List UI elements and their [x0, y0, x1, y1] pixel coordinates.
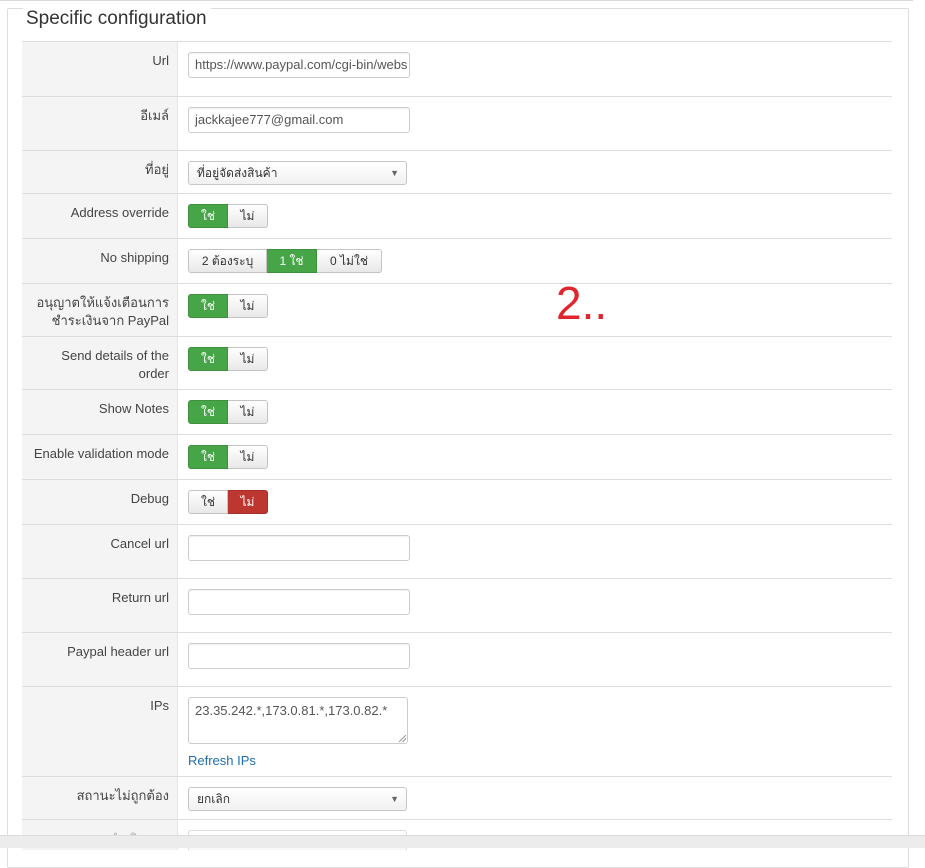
address-override-toggle: ใช่ ไม่: [188, 204, 268, 228]
horizontal-scrollbar[interactable]: [0, 835, 925, 848]
address-override-no-button[interactable]: ไม่: [228, 204, 268, 228]
fieldset-legend: Specific configuration: [23, 8, 211, 30]
address-override-yes-button[interactable]: ใช่: [188, 204, 228, 228]
ips-label: IPs: [150, 698, 169, 713]
address-select[interactable]: ที่อยู่จัดส่งสินค้า ▼: [188, 161, 407, 185]
cancel-url-input[interactable]: [188, 535, 410, 561]
show-notes-yes-button[interactable]: ใช่: [188, 400, 228, 424]
show-notes-label: Show Notes: [98, 401, 169, 416]
debug-yes-button[interactable]: ใช่: [188, 490, 228, 514]
validation-mode-label: Enable validation mode: [33, 446, 169, 461]
no-shipping-option-2-button[interactable]: 2 ต้องระบุ: [188, 249, 267, 273]
validation-mode-yes-button[interactable]: ใช่: [188, 445, 228, 469]
config-form: Url https://www.paypal.com/cgi-bin/webs …: [22, 41, 892, 850]
url-input[interactable]: https://www.paypal.com/cgi-bin/webs: [188, 52, 410, 78]
row-debug: Debug ใช่ ไม่: [22, 479, 892, 524]
row-send-details: Send details of the order ใช่ ไม่: [22, 336, 892, 389]
send-details-no-button[interactable]: ไม่: [228, 347, 268, 371]
resize-grip-icon[interactable]: [399, 735, 406, 742]
ipn-allow-no-button[interactable]: ไม่: [228, 294, 268, 318]
email-label: อีเมล์: [140, 108, 169, 123]
chevron-down-icon: ▼: [390, 168, 399, 178]
row-address: ที่อยู่ ที่อยู่จัดส่งสินค้า ▼: [22, 150, 892, 193]
email-input[interactable]: jackkajee777@gmail.com: [188, 107, 410, 133]
row-address-override: Address override ใช่ ไม่: [22, 193, 892, 238]
ips-textarea[interactable]: 23.35.242.*,173.0.81.*,173.0.82.*: [188, 697, 408, 744]
row-cancel-url: Cancel url: [22, 524, 892, 578]
chevron-down-icon: ▼: [390, 794, 399, 804]
no-shipping-option-1-button[interactable]: 1 ใช่: [267, 249, 317, 273]
address-override-label: Address override: [70, 205, 169, 220]
return-url-label: Return url: [111, 590, 169, 605]
debug-no-button[interactable]: ไม่: [228, 490, 268, 514]
row-no-shipping: No shipping 2 ต้องระบุ 1 ใช่ 0 ไม่ใช่: [22, 238, 892, 283]
validation-mode-toggle: ใช่ ไม่: [188, 445, 268, 469]
invalid-status-label: สถานะไม่ถูกต้อง: [76, 788, 169, 803]
annotation-step-number: 2..: [556, 277, 608, 329]
paypal-header-url-input[interactable]: [188, 643, 410, 669]
row-ips: IPs 23.35.242.*,173.0.81.*,173.0.82.* Re…: [22, 686, 892, 776]
row-invalid-status: สถานะไม่ถูกต้อง ยกเลิก ▼: [22, 776, 892, 819]
row-ipn-allow: อนุญาตให้แจ้งเตือนการชำระเงินจาก PayPal …: [22, 283, 892, 336]
refresh-ips-link[interactable]: Refresh IPs: [188, 753, 408, 768]
row-return-url: Return url: [22, 578, 892, 632]
send-details-toggle: ใช่ ไม่: [188, 347, 268, 371]
invalid-status-selected-value: ยกเลิก: [197, 792, 231, 806]
row-url: Url https://www.paypal.com/cgi-bin/webs: [22, 41, 892, 96]
send-details-yes-button[interactable]: ใช่: [188, 347, 228, 371]
ipn-allow-label: อนุญาตให้แจ้งเตือนการชำระเงินจาก PayPal: [36, 295, 169, 328]
row-email: อีเมล์ jackkajee777@gmail.com: [22, 96, 892, 150]
invalid-status-select[interactable]: ยกเลิก ▼: [188, 787, 407, 811]
ipn-allow-yes-button[interactable]: ใช่: [188, 294, 228, 318]
send-details-label: Send details of the order: [61, 348, 169, 381]
debug-label: Debug: [130, 491, 169, 506]
url-label: Url: [152, 53, 169, 68]
debug-toggle: ใช่ ไม่: [188, 490, 268, 514]
no-shipping-toggle: 2 ต้องระบุ 1 ใช่ 0 ไม่ใช่: [188, 249, 382, 273]
row-show-notes: Show Notes ใช่ ไม่: [22, 389, 892, 434]
address-label: ที่อยู่: [145, 162, 169, 177]
top-divider: [0, 0, 913, 1]
ips-value: 23.35.242.*,173.0.81.*,173.0.82.*: [195, 703, 388, 718]
ipn-allow-toggle: ใช่ ไม่: [188, 294, 268, 318]
paypal-header-url-label: Paypal header url: [67, 644, 169, 659]
show-notes-toggle: ใช่ ไม่: [188, 400, 268, 424]
no-shipping-label: No shipping: [100, 250, 169, 265]
return-url-input[interactable]: [188, 589, 410, 615]
cancel-url-label: Cancel url: [110, 536, 169, 551]
no-shipping-option-0-button[interactable]: 0 ไม่ใช่: [317, 249, 382, 273]
show-notes-no-button[interactable]: ไม่: [228, 400, 268, 424]
validation-mode-no-button[interactable]: ไม่: [228, 445, 268, 469]
row-paypal-header-url: Paypal header url: [22, 632, 892, 686]
address-selected-value: ที่อยู่จัดส่งสินค้า: [197, 166, 278, 180]
row-validation-mode: Enable validation mode ใช่ ไม่: [22, 434, 892, 479]
